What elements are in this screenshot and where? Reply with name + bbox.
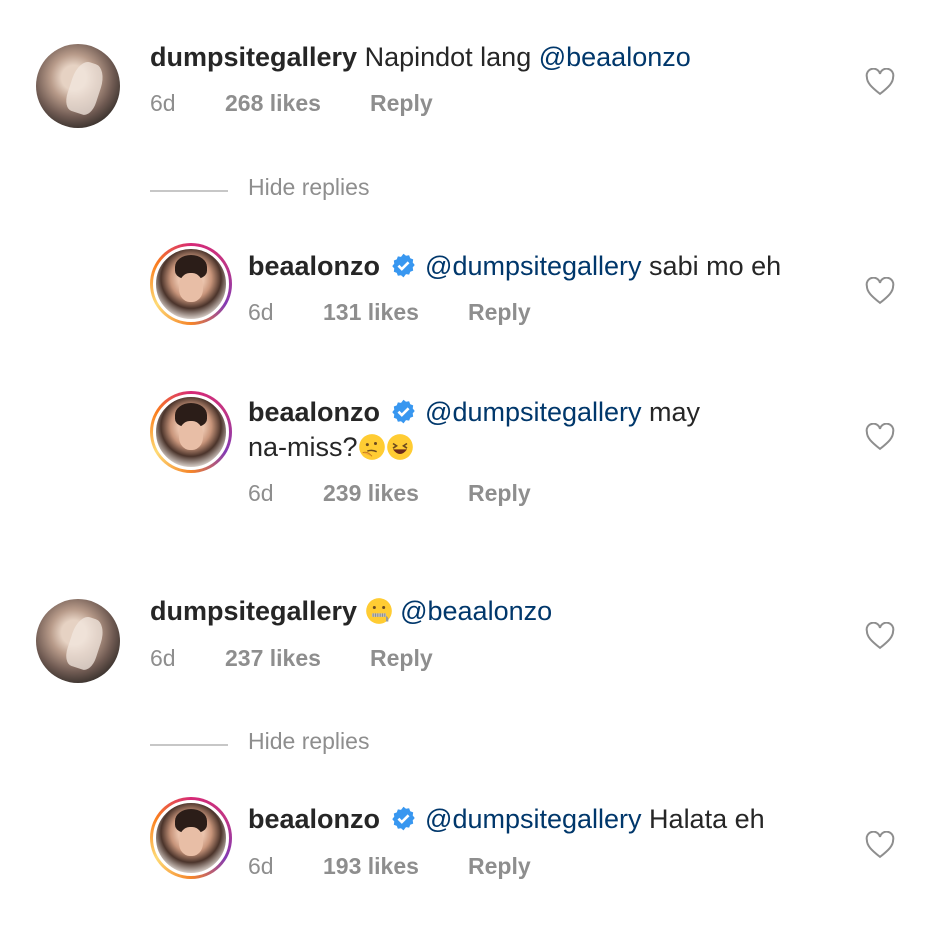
heart-icon[interactable]	[865, 831, 895, 859]
mention-link[interactable]: @dumpsitegallery	[425, 804, 642, 834]
mention-link[interactable]: @beaalonzo	[539, 42, 691, 72]
heart-icon[interactable]	[865, 622, 895, 650]
verified-badge-icon	[392, 253, 415, 278]
reply-button[interactable]: Reply	[370, 90, 433, 117]
username[interactable]: beaalonzo	[248, 251, 380, 281]
timestamp: 6d	[248, 853, 274, 879]
timestamp: 6d	[150, 645, 176, 671]
likes-count[interactable]: 239 likes	[323, 480, 419, 507]
username[interactable]: dumpsitegallery	[150, 596, 357, 626]
avatar[interactable]	[150, 243, 232, 325]
likes-count[interactable]: 268 likes	[225, 90, 321, 117]
timestamp: 6d	[150, 90, 176, 116]
mention-link[interactable]: @dumpsitegallery	[425, 397, 642, 427]
timestamp: 6d	[248, 480, 274, 506]
reply-button[interactable]: Reply	[468, 299, 531, 326]
avatar[interactable]	[36, 44, 120, 128]
divider	[150, 190, 228, 192]
username[interactable]: beaalonzo	[248, 804, 380, 834]
mention-link[interactable]: @dumpsitegallery	[425, 251, 642, 281]
likes-count[interactable]: 131 likes	[323, 299, 419, 326]
comment-text-continued: na-miss?	[248, 432, 358, 462]
heart-icon[interactable]	[865, 423, 895, 451]
verified-badge-icon	[392, 806, 415, 831]
reply-button[interactable]: Reply	[370, 645, 433, 672]
comment-text: sabi mo eh	[641, 251, 782, 281]
hide-replies-label: Hide replies	[248, 174, 370, 200]
avatar[interactable]	[150, 391, 232, 473]
heart-icon[interactable]	[865, 277, 895, 305]
username[interactable]: beaalonzo	[248, 397, 380, 427]
username[interactable]: dumpsitegallery	[150, 42, 357, 72]
divider	[150, 744, 228, 746]
timestamp: 6d	[248, 299, 274, 325]
reply-button[interactable]: Reply	[468, 480, 531, 507]
avatar[interactable]	[36, 599, 120, 683]
hide-replies-label: Hide replies	[248, 728, 370, 754]
avatar[interactable]	[150, 797, 232, 879]
likes-count[interactable]: 193 likes	[323, 853, 419, 880]
zipper-mouth-face-icon	[365, 598, 392, 624]
heart-icon[interactable]	[865, 68, 895, 96]
comment-text: Halata eh	[641, 804, 765, 834]
reply-button[interactable]: Reply	[468, 853, 531, 880]
verified-badge-icon	[392, 399, 415, 424]
thinking-face-icon	[358, 434, 385, 460]
mention-link[interactable]: @beaalonzo	[400, 596, 552, 626]
comment-text: may	[641, 397, 701, 427]
comment-text: Napindot lang	[364, 42, 539, 72]
laughing-face-icon	[386, 434, 413, 460]
likes-count[interactable]: 237 likes	[225, 645, 321, 672]
